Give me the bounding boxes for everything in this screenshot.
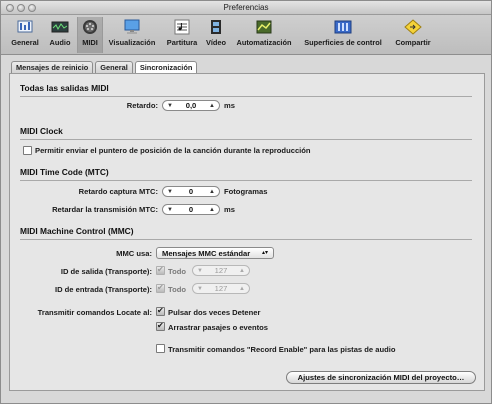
section-title-midi-clock: MIDI Clock bbox=[20, 126, 63, 136]
toolbar-item-share[interactable]: Compartir bbox=[391, 17, 435, 53]
toolbar-item-video[interactable]: Vídeo bbox=[203, 17, 229, 53]
section-title-mtc: MIDI Time Code (MTC) bbox=[20, 167, 109, 177]
display-icon bbox=[124, 19, 140, 34]
section-title-mmc: MIDI Machine Control (MMC) bbox=[20, 226, 134, 236]
tab-general[interactable]: General bbox=[95, 61, 133, 73]
tab-reset-messages[interactable]: Mensajes de reinicio bbox=[11, 61, 94, 73]
output-id-all-checkbox[interactable] bbox=[156, 265, 165, 275]
midi-icon bbox=[83, 20, 97, 34]
input-id-stepper[interactable]: ▼ 127 ▲ bbox=[192, 283, 250, 294]
divider bbox=[20, 180, 472, 181]
automation-icon bbox=[256, 20, 272, 34]
share-icon bbox=[404, 19, 422, 35]
toolbar-item-display[interactable]: Visualización bbox=[105, 17, 159, 53]
tab-bar: Mensajes de reinicio General Sincronizac… bbox=[11, 61, 199, 74]
drag-regions-checkbox[interactable] bbox=[156, 321, 165, 331]
song-position-pointer-label: Permitir enviar el puntero de posición d… bbox=[35, 146, 311, 155]
toolbar-item-audio[interactable]: Audio bbox=[45, 17, 75, 53]
video-icon bbox=[211, 20, 221, 34]
output-id-label: ID de salida (Transporte): bbox=[60, 267, 152, 276]
popup-arrows-icon: ▴▾ bbox=[261, 250, 268, 256]
delay-label: Retardo: bbox=[126, 101, 158, 110]
control-surfaces-icon bbox=[334, 20, 352, 34]
mtc-capture-delay-stepper[interactable]: ▼ 0 ▲ bbox=[162, 186, 220, 197]
toolbar-item-general[interactable]: General bbox=[7, 17, 43, 53]
double-click-stop-label: Pulsar dos veces Detener bbox=[168, 308, 261, 317]
title-bar: Preferencias bbox=[1, 1, 491, 15]
increment-arrow-icon[interactable]: ▲ bbox=[209, 187, 215, 197]
song-position-pointer-checkbox[interactable] bbox=[23, 146, 32, 155]
increment-arrow-icon[interactable]: ▲ bbox=[239, 284, 245, 294]
general-icon bbox=[17, 20, 33, 33]
divider bbox=[20, 139, 472, 140]
audio-icon bbox=[51, 21, 69, 33]
mtc-capture-delay-label: Retardo captura MTC: bbox=[78, 187, 158, 196]
increment-arrow-icon[interactable]: ▲ bbox=[209, 101, 215, 111]
project-sync-settings-button[interactable]: Ajustes de sincronización MIDI del proye… bbox=[286, 371, 476, 384]
double-click-stop-checkbox[interactable] bbox=[156, 306, 165, 316]
record-enable-label: Transmitir comandos "Record Enable" para… bbox=[168, 345, 396, 354]
toolbar-item-midi[interactable]: MIDI bbox=[77, 17, 103, 53]
input-id-label: ID de entrada (Transporte): bbox=[54, 285, 152, 294]
increment-arrow-icon[interactable]: ▲ bbox=[239, 266, 245, 276]
preferences-window: Preferencias General Audio MIDI Visualiz… bbox=[0, 0, 492, 404]
section-title-all-outputs: Todas las salidas MIDI bbox=[20, 83, 109, 93]
toolbar-item-automation[interactable]: Automatización bbox=[231, 17, 297, 53]
locate-commands-label: Transmitir comandos Locate al: bbox=[37, 308, 152, 317]
drag-regions-label: Arrastrar pasajes o eventos bbox=[168, 323, 269, 332]
output-id-stepper[interactable]: ▼ 127 ▲ bbox=[192, 265, 250, 276]
record-enable-checkbox[interactable] bbox=[156, 344, 165, 353]
window-title: Preferencias bbox=[223, 3, 269, 12]
toolbar-item-score[interactable]: Partitura bbox=[163, 17, 201, 53]
toolbar-item-control-surfaces[interactable]: Superficies de control bbox=[299, 17, 387, 53]
score-icon bbox=[174, 19, 190, 35]
input-id-all-checkbox[interactable] bbox=[156, 283, 165, 293]
divider bbox=[20, 239, 472, 240]
preferences-toolbar: General Audio MIDI Visualización Partitu… bbox=[1, 15, 491, 55]
increment-arrow-icon[interactable]: ▲ bbox=[209, 205, 215, 215]
mmc-uses-label: MMC usa: bbox=[116, 249, 152, 258]
mtc-transmit-delay-unit: ms bbox=[224, 205, 235, 214]
mtc-capture-delay-unit: Fotogramas bbox=[224, 187, 268, 196]
sync-panel: Todas las salidas MIDI Retardo: ▼ 0,0 ▲ … bbox=[9, 73, 485, 391]
output-id-all-label: Todo bbox=[168, 267, 186, 276]
input-id-all-label: Todo bbox=[168, 285, 186, 294]
mmc-uses-popup[interactable]: Mensajes MMC estándar ▴▾ bbox=[156, 247, 274, 259]
delay-stepper[interactable]: ▼ 0,0 ▲ bbox=[162, 100, 220, 111]
delay-unit: ms bbox=[224, 101, 235, 110]
mtc-transmit-delay-label: Retardar la transmisión MTC: bbox=[52, 205, 158, 214]
divider bbox=[20, 96, 472, 97]
mtc-transmit-delay-stepper[interactable]: ▼ 0 ▲ bbox=[162, 204, 220, 215]
